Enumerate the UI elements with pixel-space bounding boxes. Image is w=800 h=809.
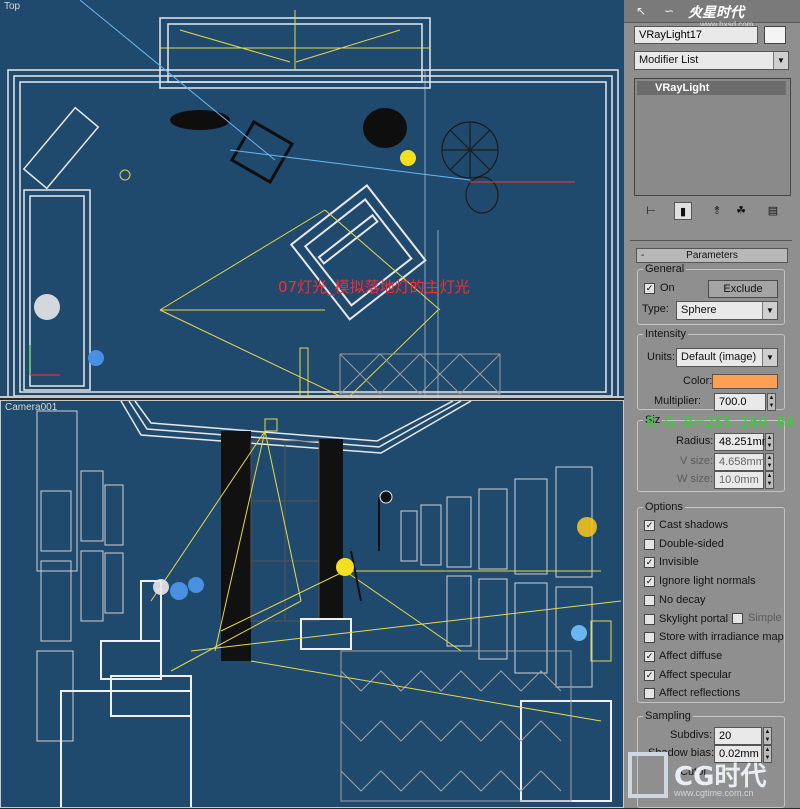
option-label: No decay: [659, 594, 706, 606]
option-checkbox[interactable]: ✓: [644, 520, 655, 531]
option-label: Cast shadows: [659, 519, 729, 531]
type-value: Sphere: [681, 304, 717, 316]
curve-icon[interactable]: ∽: [656, 2, 682, 20]
on-checkbox[interactable]: ✓: [644, 283, 655, 294]
option-label: Skylight portal: [659, 613, 729, 625]
stack-toolbar: ⊢ ▮ ⥉ ☘ ▤: [634, 202, 789, 222]
radius-field[interactable]: 48.251mm: [714, 433, 771, 451]
vsize-spinner[interactable]: ▲ ▼: [765, 453, 774, 471]
multiplier-label: Multiplier:: [654, 395, 702, 407]
camera-viewport[interactable]: Camera001: [0, 400, 624, 808]
wsize-field[interactable]: 10.0mm: [714, 471, 764, 489]
camera-viewport-wireframe: [36, 401, 622, 807]
units-dropdown[interactable]: Default (image) ▼: [676, 348, 778, 367]
object-color-swatch[interactable]: [764, 26, 786, 44]
subdivs-spinner[interactable]: ▲ ▼: [763, 727, 772, 745]
option-label: Affect diffuse: [659, 650, 723, 662]
type-label: Type:: [642, 303, 669, 315]
camera-viewport-label[interactable]: Camera001: [5, 402, 57, 413]
parameters-rollout-header[interactable]: - Parameters: [636, 248, 788, 263]
option-checkbox[interactable]: ✓: [644, 557, 655, 568]
option-checkbox[interactable]: ✓: [644, 651, 655, 662]
cg-logo-mark: [628, 752, 668, 798]
top-viewport-label[interactable]: Top: [4, 1, 20, 12]
sampling-group-title: Sampling: [643, 710, 693, 722]
object-name-field[interactable]: VRayLight17: [634, 26, 758, 44]
chevron-down-icon: ▼: [762, 302, 777, 319]
modifier-list-label: Modifier List: [639, 54, 699, 66]
option-checkbox[interactable]: [644, 614, 655, 625]
wsize-label: W size:: [677, 473, 714, 485]
option-label: Affect specular: [659, 669, 732, 681]
intensity-group-title: Intensity: [643, 328, 688, 340]
type-dropdown[interactable]: Sphere ▼: [676, 301, 778, 320]
modifier-list-dropdown[interactable]: Modifier List ▼: [634, 51, 789, 70]
simple-checkbox[interactable]: [732, 613, 743, 624]
rollout-title: Parameters: [686, 250, 738, 261]
configure-sets-icon[interactable]: ▤: [764, 202, 782, 220]
show-end-result-icon[interactable]: ▮: [674, 202, 692, 220]
option-label: Affect reflections: [659, 687, 741, 699]
subdivs-field[interactable]: 20: [714, 727, 762, 745]
watermark: 火星时代: [688, 4, 744, 20]
lighting-annotation: 07灯光_模拟落地灯的主灯光: [278, 278, 470, 296]
option-checkbox[interactable]: [644, 539, 655, 550]
top-viewport[interactable]: Top 07灯光_模拟落地灯的主灯光: [0, 0, 624, 398]
subdivs-label: Subdivs:: [670, 729, 713, 741]
wsize-spinner[interactable]: ▲ ▼: [765, 471, 774, 489]
rgb-annotation: R. G. B=255. 160. 84: [646, 415, 795, 431]
options-group-title: Options: [643, 501, 685, 513]
top-viewport-wireframe: [7, 0, 619, 396]
chevron-down-icon: ▼: [773, 52, 788, 69]
option-checkbox[interactable]: ✓: [644, 670, 655, 681]
stack-item-vraylight[interactable]: VRayLight: [637, 81, 786, 95]
general-group-title: General: [643, 263, 687, 275]
radius-label: Radius:: [676, 435, 714, 447]
color-label: Color:: [683, 375, 713, 387]
units-value: Default (image): [681, 351, 757, 363]
light-color-swatch[interactable]: [712, 374, 778, 389]
units-label: Units:: [647, 351, 676, 363]
pin-stack-icon[interactable]: ⊢: [642, 202, 660, 220]
exclude-button[interactable]: Exclude: [708, 280, 778, 298]
option-checkbox[interactable]: [644, 688, 655, 699]
option-label: Store with irradiance map: [659, 631, 784, 643]
cg-logo-url: www.cgtime.com.cn: [674, 788, 754, 798]
option-label: Ignore light normals: [659, 575, 756, 587]
radius-spinner[interactable]: ▲ ▼: [765, 433, 774, 451]
arrow-icon[interactable]: ↖: [628, 2, 654, 20]
chevron-down-icon: ▼: [762, 349, 777, 366]
option-label: Double-sided: [659, 538, 724, 550]
option-checkbox[interactable]: ✓: [644, 576, 655, 587]
vsize-label: V size:: [680, 455, 714, 467]
on-label: On: [660, 282, 675, 294]
make-unique-icon[interactable]: ⥉: [708, 202, 726, 220]
option-label: Invisible: [659, 556, 699, 568]
option-checkbox[interactable]: [644, 595, 655, 606]
remove-modifier-icon[interactable]: ☘: [732, 202, 750, 220]
cgtime-logo: CG时代 www.cgtime.com.cn: [628, 746, 796, 804]
simple-label: Simple: [748, 612, 782, 624]
multiplier-field[interactable]: 700.0: [714, 393, 766, 411]
modifier-stack[interactable]: VRayLight: [634, 78, 791, 196]
option-checkbox[interactable]: [644, 632, 655, 643]
multiplier-spinner[interactable]: ▲ ▼: [767, 393, 776, 411]
collapse-icon: -: [641, 250, 645, 261]
vsize-field[interactable]: 4.658mm: [714, 453, 765, 471]
